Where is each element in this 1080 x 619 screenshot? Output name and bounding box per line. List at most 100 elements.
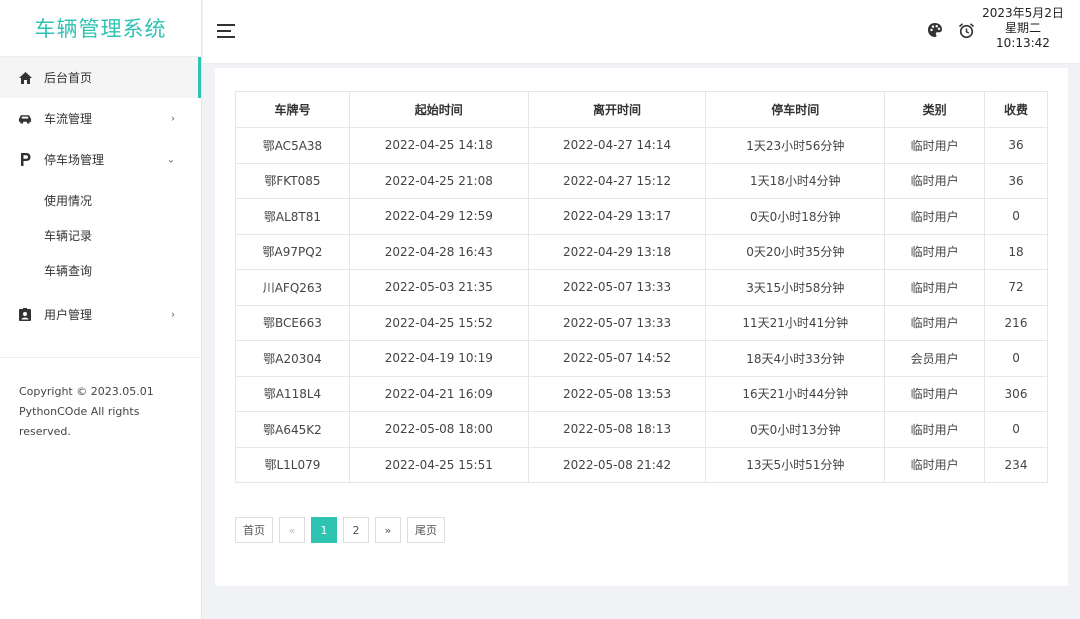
cell-fee: 18 (984, 233, 1048, 270)
hamburger-icon[interactable] (217, 24, 235, 38)
page-1-button[interactable]: 1 (311, 517, 337, 543)
cell-fee: 0 (984, 411, 1048, 448)
cell-start-time: 2022-04-28 16:43 (348, 233, 529, 270)
table-row: 鄂A118L4 2022-04-21 16:09 2022-05-08 13:53 1… (235, 375, 1048, 412)
table-row: 鄂L1L079 2022-04-25 15:51 2022-05-08 21:42 1… (235, 446, 1048, 483)
app-title: 车辆管理系统 (0, 0, 201, 57)
cell-start-time: 2022-04-25 21:08 (348, 162, 529, 199)
cell-plate: 鄂BCE663 (235, 304, 350, 341)
column-header-category: 类别 (884, 91, 986, 128)
column-header-leave-time: 离开时间 (527, 91, 707, 128)
table-row: 鄂FKT085 2022-04-25 21:08 2022-04-27 15:12 1… (235, 162, 1048, 199)
cell-category: 临时用户 (884, 233, 986, 270)
user-badge-icon (18, 308, 32, 322)
parking-submenu: 使用情况 车辆记录 车辆查询 (0, 180, 201, 288)
cell-category: 临时用户 (884, 446, 986, 483)
alarm-clock-icon[interactable] (958, 22, 976, 40)
cell-leave-time: 2022-05-08 13:53 (527, 375, 707, 412)
table-row: 鄂A97PQ2 2022-04-28 16:43 2022-04-29 13:18 0… (235, 233, 1048, 270)
cell-plate: 鄂A645K2 (235, 411, 350, 448)
cell-leave-time: 2022-05-07 13:33 (527, 304, 707, 341)
next-page-button[interactable]: » (375, 517, 401, 543)
chevron-right-icon: › (171, 309, 175, 320)
pagination: 首页 « 1 2 » 尾页 (235, 517, 445, 543)
cell-category: 临时用户 (884, 162, 986, 199)
cell-leave-time: 2022-04-27 14:14 (527, 127, 707, 164)
sidebar-item-users[interactable]: 用户管理 › (0, 294, 201, 335)
cell-duration: 13天5小时51分钟 (705, 446, 886, 483)
page-2-button[interactable]: 2 (343, 517, 369, 543)
cell-start-time: 2022-05-08 18:00 (348, 411, 529, 448)
prev-page-button[interactable]: « (279, 517, 305, 543)
home-icon (18, 71, 32, 85)
cell-start-time: 2022-04-25 15:51 (348, 446, 529, 483)
cell-fee: 306 (984, 375, 1048, 412)
sidebar-item-label: 停车场管理 (44, 153, 105, 167)
top-header: 2023年5月2日 星期二 10:13:42 (203, 0, 1080, 64)
cell-duration: 18天4小时33分钟 (705, 340, 886, 377)
chevron-down-icon: ⌄ (166, 154, 175, 165)
table-row: 鄂A645K2 2022-05-08 18:00 2022-05-08 18:13 0… (235, 411, 1048, 448)
table-body: 鄂AC5A38 2022-04-25 14:18 2022-04-27 14:14 1… (235, 127, 1048, 483)
sidebar-item-label: 用户管理 (44, 308, 93, 322)
chevron-right-icon: › (171, 113, 175, 124)
cell-duration: 1天23小时56分钟 (705, 127, 886, 164)
cell-category: 临时用户 (884, 411, 986, 448)
sidebar-item-traffic[interactable]: 车流管理 › (0, 98, 201, 139)
cell-duration: 0天0小时13分钟 (705, 411, 886, 448)
current-weekday: 星期二 (1004, 21, 1041, 35)
cell-fee: 0 (984, 340, 1048, 377)
cell-plate: 鄂A20304 (235, 340, 350, 377)
cell-fee: 36 (984, 162, 1048, 199)
cell-duration: 16天21小时44分钟 (705, 375, 886, 412)
sidebar-subitem-usage[interactable]: 使用情况 (0, 183, 201, 218)
cell-category: 临时用户 (884, 269, 986, 306)
cell-plate: 鄂FKT085 (235, 162, 350, 199)
palette-icon[interactable] (927, 22, 945, 40)
cell-fee: 0 (984, 198, 1048, 235)
sidebar-subitem-records[interactable]: 车辆记录 (0, 218, 201, 253)
cell-leave-time: 2022-04-29 13:17 (527, 198, 707, 235)
parking-records-table: 车牌号 起始时间 离开时间 停车时间 类别 收费 鄂AC5A38 2022-04-25 14… (235, 91, 1048, 483)
cell-category: 临时用户 (884, 375, 986, 412)
sidebar-subitem-search[interactable]: 车辆查询 (0, 253, 201, 288)
cell-fee: 36 (984, 127, 1048, 164)
column-header-duration: 停车时间 (705, 91, 886, 128)
sidebar-menu-bottom: 用户管理 › (0, 288, 201, 335)
cell-leave-time: 2022-05-08 18:13 (527, 411, 707, 448)
cell-duration: 1天18小时4分钟 (705, 162, 886, 199)
cell-fee: 216 (984, 304, 1048, 341)
cell-duration: 0天0小时18分钟 (705, 198, 886, 235)
sidebar-item-parking[interactable]: 停车场管理 ⌄ (0, 139, 201, 180)
table-header-row: 车牌号 起始时间 离开时间 停车时间 类别 收费 (235, 91, 1048, 128)
cell-duration: 11天21小时41分钟 (705, 304, 886, 341)
cell-plate: 鄂AC5A38 (235, 127, 350, 164)
table-row: 鄂BCE663 2022-04-25 15:52 2022-05-07 13:33 1… (235, 304, 1048, 341)
sidebar-item-label: 车流管理 (44, 112, 93, 126)
cell-leave-time: 2022-05-07 13:33 (527, 269, 707, 306)
cell-start-time: 2022-04-25 14:18 (348, 127, 529, 164)
last-page-button[interactable]: 尾页 (407, 517, 445, 543)
table-row: 鄂A20304 2022-04-19 10:19 2022-05-07 14:52 1… (235, 340, 1048, 377)
parking-icon (18, 153, 32, 167)
column-header-plate: 车牌号 (235, 91, 350, 128)
sidebar: 车辆管理系统 后台首页 车流管理 › 停车场管理 ⌄ 使用情况 车辆记录 车辆查… (0, 0, 202, 619)
sidebar-item-label: 后台首页 (44, 71, 93, 85)
first-page-button[interactable]: 首页 (235, 517, 273, 543)
sidebar-menu: 后台首页 车流管理 › 停车场管理 ⌄ (0, 57, 201, 180)
cell-duration: 3天15小时58分钟 (705, 269, 886, 306)
cell-category: 临时用户 (884, 198, 986, 235)
cell-leave-time: 2022-05-07 14:52 (527, 340, 707, 377)
column-header-fee: 收费 (984, 91, 1048, 128)
car-icon (18, 112, 32, 126)
current-date: 2023年5月2日 (982, 6, 1064, 20)
table-row: 鄂AL8T81 2022-04-29 12:59 2022-04-29 13:17 0… (235, 198, 1048, 235)
table-row: 川AFQ263 2022-05-03 21:35 2022-05-07 13:33 3… (235, 269, 1048, 306)
cell-start-time: 2022-04-25 15:52 (348, 304, 529, 341)
copyright-text: Copyright © 2023.05.01 PythonCOde All ri… (0, 357, 201, 442)
cell-category: 会员用户 (884, 340, 986, 377)
cell-duration: 0天20小时35分钟 (705, 233, 886, 270)
current-time: 10:13:42 (996, 36, 1050, 50)
sidebar-item-dashboard[interactable]: 后台首页 (0, 57, 201, 98)
cell-leave-time: 2022-04-27 15:12 (527, 162, 707, 199)
